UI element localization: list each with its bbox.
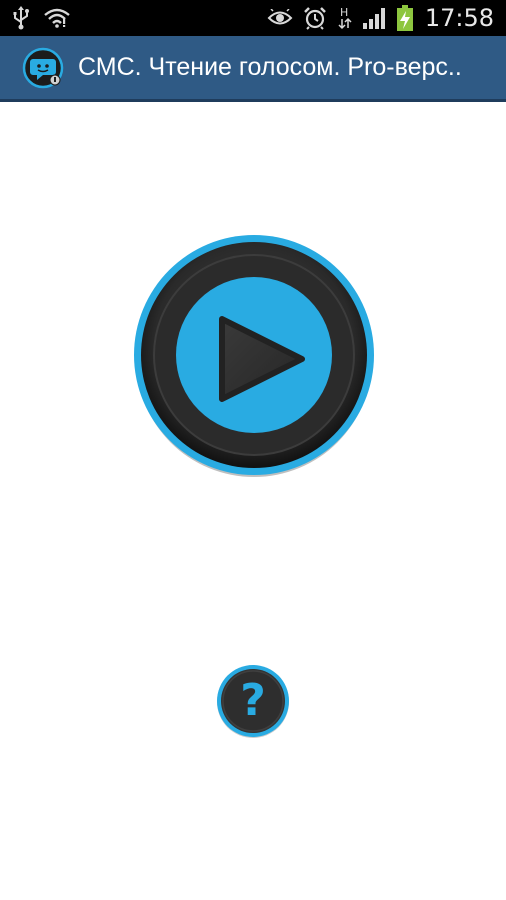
usb-icon bbox=[13, 6, 29, 30]
question-icon: ? bbox=[240, 675, 266, 726]
sms-robot-icon[interactable] bbox=[22, 47, 64, 89]
action-bar: СМС. Чтение голосом. Pro-верс.. bbox=[0, 36, 506, 102]
help-button[interactable]: ? bbox=[215, 663, 291, 739]
play-button[interactable] bbox=[132, 233, 376, 477]
alarm-icon bbox=[303, 7, 326, 30]
status-time: 17:58 bbox=[424, 4, 494, 32]
status-bar: H 17:58 bbox=[0, 0, 506, 36]
wifi-warning-icon bbox=[44, 8, 70, 28]
battery-charging-icon bbox=[396, 5, 413, 31]
hspa-icon: H bbox=[338, 6, 352, 30]
svg-text:H: H bbox=[340, 6, 348, 19]
signal-icon bbox=[362, 8, 385, 29]
eye-icon bbox=[267, 9, 293, 25]
app-title: СМС. Чтение голосом. Pro-верс.. bbox=[78, 53, 462, 81]
